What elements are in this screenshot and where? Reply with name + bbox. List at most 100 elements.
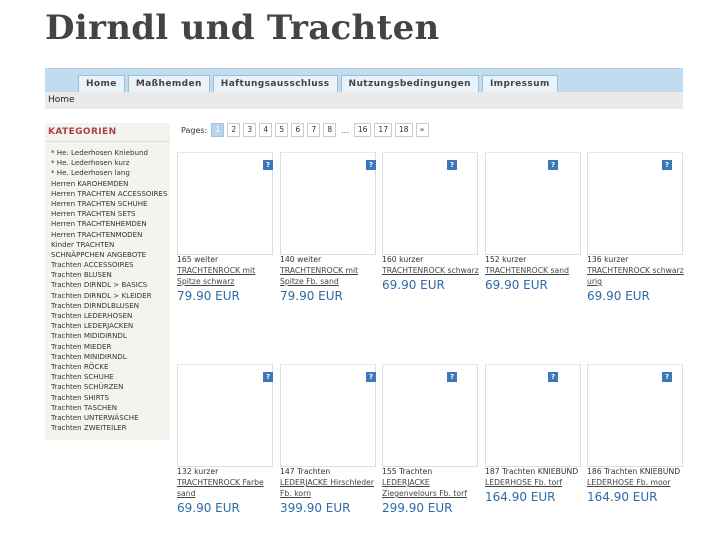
category-item[interactable]: SCHNÄPPCHEN ANGEBOTE <box>51 250 167 260</box>
page-link[interactable]: 16 <box>353 123 372 137</box>
product-name-prefix: 186 Trachten KNIEBUND <box>587 467 681 476</box>
product-image[interactable]: ? <box>382 364 478 467</box>
product-name-prefix: 140 weiter <box>280 255 322 264</box>
category-item[interactable]: Trachten UNTERWÄSCHE <box>51 413 167 423</box>
category-item[interactable]: Trachten LEDERJACKEN <box>51 321 167 331</box>
category-item[interactable]: Trachten LEDERHOSEN <box>51 311 167 321</box>
product-price: 399.90 EUR <box>280 501 351 515</box>
product-link[interactable]: LEDERJACKE Ziegenvelours Fb. torf <box>382 478 467 498</box>
page-link[interactable]: 8 <box>323 123 337 137</box>
product-name: 187 Trachten KNIEBUND LEDERHOSE Fb. torf <box>485 466 585 488</box>
product-name-prefix: 152 kurzer <box>485 255 527 264</box>
product-price: 299.90 EUR <box>382 501 453 515</box>
main-navigation: Home Maßhemden Haftungsausschluss Nutzun… <box>45 68 683 93</box>
page-link[interactable]: 18 <box>394 123 413 137</box>
tab-impressum[interactable]: Impressum <box>481 75 558 93</box>
product-name: 147 Trachten LEDERJACKE Hirschleder Fb. k… <box>280 466 380 499</box>
missing-image-icon: ? <box>662 160 672 170</box>
sidebar-title: KATEGORIEN <box>48 127 117 137</box>
product-name: 186 Trachten KNIEBUND LEDERHOSE Fb. moor <box>587 466 687 488</box>
product-name-prefix: 132 kurzer <box>177 467 219 476</box>
product-link[interactable]: LEDERJACKE Hirschleder Fb. korn <box>280 478 374 498</box>
tab-home[interactable]: Home <box>78 75 125 93</box>
pager-label: Pages: <box>181 125 208 135</box>
category-item[interactable]: Herren KAROHEMDEN <box>51 179 167 189</box>
category-item[interactable]: Trachten DIRNDLBLUSEN <box>51 301 167 311</box>
product-name: 160 kurzer TRACHTENROCK schwarz <box>382 254 482 276</box>
product-name: 136 kurzer TRACHTENROCK schwarz urig <box>587 254 687 287</box>
product-link[interactable]: TRACHTENROCK mit Spitze schwarz <box>177 266 255 286</box>
missing-image-icon: ? <box>447 372 457 382</box>
page-link[interactable]: 17 <box>374 123 392 137</box>
missing-image-icon: ? <box>263 372 273 382</box>
page-link[interactable]: 5 <box>275 123 289 137</box>
product-image[interactable]: ? <box>177 152 273 255</box>
product-link[interactable]: LEDERHOSE Fb. moor <box>587 478 671 487</box>
product-price: 69.90 EUR <box>587 289 650 303</box>
category-item[interactable]: Trachten RÖCKE <box>51 362 167 372</box>
missing-image-icon: ? <box>263 160 273 170</box>
missing-image-icon: ? <box>447 160 457 170</box>
product-price: 69.90 EUR <box>382 278 445 292</box>
tab-masshemden[interactable]: Maßhemden <box>127 75 210 93</box>
category-item[interactable]: Trachten SHIRTS <box>51 393 167 403</box>
breadcrumb-home[interactable]: Home <box>48 95 75 105</box>
page-link[interactable]: 3 <box>243 123 257 137</box>
product-image[interactable]: ? <box>587 364 683 467</box>
missing-image-icon: ? <box>548 372 558 382</box>
product-price: 69.90 EUR <box>177 501 240 515</box>
product-image[interactable]: ? <box>382 152 478 255</box>
category-item[interactable]: Trachten SCHÜRZEN <box>51 382 167 392</box>
category-sidebar: KATEGORIEN * He. Lederhosen Kniebund * He… <box>45 123 170 440</box>
category-item[interactable]: * He. Lederhosen kurz <box>51 158 167 168</box>
product-link[interactable]: TRACHTENROCK mit Spitze Fb. sand <box>280 266 358 286</box>
product-name-prefix: 165 weiter <box>177 255 219 264</box>
product-price: 79.90 EUR <box>280 289 343 303</box>
product-name-prefix: 187 Trachten KNIEBUND <box>485 467 579 476</box>
product-link[interactable]: TRACHTENROCK Farbe sand <box>177 478 264 498</box>
page-current[interactable]: 1 <box>211 123 225 137</box>
category-item[interactable]: Trachten DIRNDL > KLEIDER <box>51 291 167 301</box>
category-item[interactable]: Herren TRACHTEN SETS <box>51 209 167 219</box>
product-name: 165 weiter TRACHTENROCK mit Spitze schwar… <box>177 254 277 287</box>
page-link[interactable]: 4 <box>259 123 273 137</box>
product-image[interactable]: ? <box>485 152 581 255</box>
page-link[interactable]: 2 <box>227 123 241 137</box>
category-item[interactable]: Trachten DIRNDL > BASICS <box>51 280 167 290</box>
product-price: 164.90 EUR <box>485 490 556 504</box>
tab-nutzungsbedingungen[interactable]: Nutzungsbedingungen <box>340 75 479 93</box>
page-link[interactable]: 7 <box>307 123 321 137</box>
product-image[interactable]: ? <box>587 152 683 255</box>
category-list: * He. Lederhosen Kniebund * He. Lederhose… <box>51 148 167 433</box>
missing-image-icon: ? <box>366 372 376 382</box>
product-name-prefix: 136 kurzer <box>587 255 629 264</box>
category-item[interactable]: Trachten MIEDER <box>51 342 167 352</box>
product-image[interactable]: ? <box>485 364 581 467</box>
product-image[interactable]: ? <box>177 364 273 467</box>
category-item[interactable]: Trachten MIDIDIRNDL <box>51 331 167 341</box>
missing-image-icon: ? <box>662 372 672 382</box>
product-link[interactable]: LEDERHOSE Fb. torf <box>485 478 562 487</box>
category-item[interactable]: Herren TRACHTEN SCHUHE <box>51 199 167 209</box>
category-item[interactable]: Herren TRACHTENHEMDEN <box>51 219 167 229</box>
category-item[interactable]: Trachten MINIDIRNDL <box>51 352 167 362</box>
product-link[interactable]: TRACHTENROCK schwarz <box>382 266 479 275</box>
category-item[interactable]: * He. Lederhosen lang <box>51 168 167 178</box>
category-item[interactable]: Trachten ZWEITEILER <box>51 423 167 433</box>
category-item[interactable]: Trachten TASCHEN <box>51 403 167 413</box>
next-page-button[interactable]: » <box>415 123 429 137</box>
category-item[interactable]: Kinder TRACHTEN <box>51 240 167 250</box>
category-item[interactable]: * He. Lederhosen Kniebund <box>51 148 167 158</box>
product-image[interactable]: ? <box>280 364 376 467</box>
product-price: 164.90 EUR <box>587 490 658 504</box>
category-item[interactable]: Herren TRACHTEN ACCESSOIRES <box>51 189 167 199</box>
category-item[interactable]: Trachten BLUSEN <box>51 270 167 280</box>
category-item[interactable]: Herren TRACHTENMODEN <box>51 230 167 240</box>
category-item[interactable]: Trachten SCHUHE <box>51 372 167 382</box>
tab-haftungsausschluss[interactable]: Haftungsausschluss <box>212 75 338 93</box>
product-image[interactable]: ? <box>280 152 376 255</box>
page-link[interactable]: 6 <box>291 123 305 137</box>
product-link[interactable]: TRACHTENROCK schwarz urig <box>587 266 684 286</box>
product-link[interactable]: TRACHTENROCK sand <box>485 266 569 275</box>
category-item[interactable]: Trachten ACCESSOIRES <box>51 260 167 270</box>
